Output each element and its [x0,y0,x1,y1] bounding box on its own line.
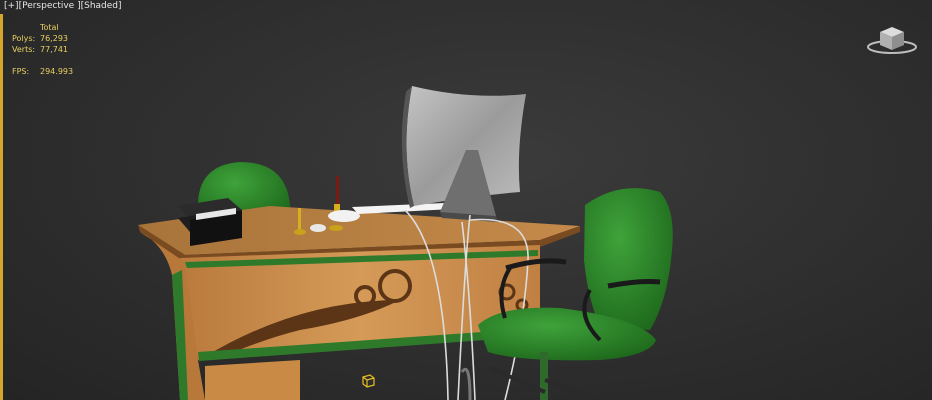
viewport-general-menu[interactable]: [+] [4,1,19,11]
polys-label: Polys: [12,34,36,43]
monitor[interactable] [401,86,526,222]
fps-label: FPS: [12,67,30,76]
active-viewport-border [0,14,3,400]
verts-label: Verts: [12,45,36,54]
polys-value: 76,293 [40,34,68,43]
viewport-label-menu[interactable]: [+] [Perspective ] [Shaded] [4,1,122,11]
mouse-2[interactable] [328,210,360,222]
perspective-viewport[interactable]: [+] [Perspective ] [Shaded] Total Polys:… [0,0,932,400]
fps-value: 294.993 [40,67,74,76]
viewport-shading-menu[interactable]: [Shaded] [81,1,122,11]
scene-render [138,86,673,400]
mouse[interactable] [310,224,326,232]
stats-total-label: Total [40,23,59,32]
verts-value: 77,741 [40,45,68,54]
pivot-gizmo-icon[interactable] [360,372,376,388]
viewport-statistics: Total Polys: 76,293 Verts: 77,741 FPS: 2… [12,22,73,77]
viewcube-icon[interactable] [866,22,918,56]
viewport-point-of-view-menu[interactable]: [Perspective ] [19,1,81,11]
